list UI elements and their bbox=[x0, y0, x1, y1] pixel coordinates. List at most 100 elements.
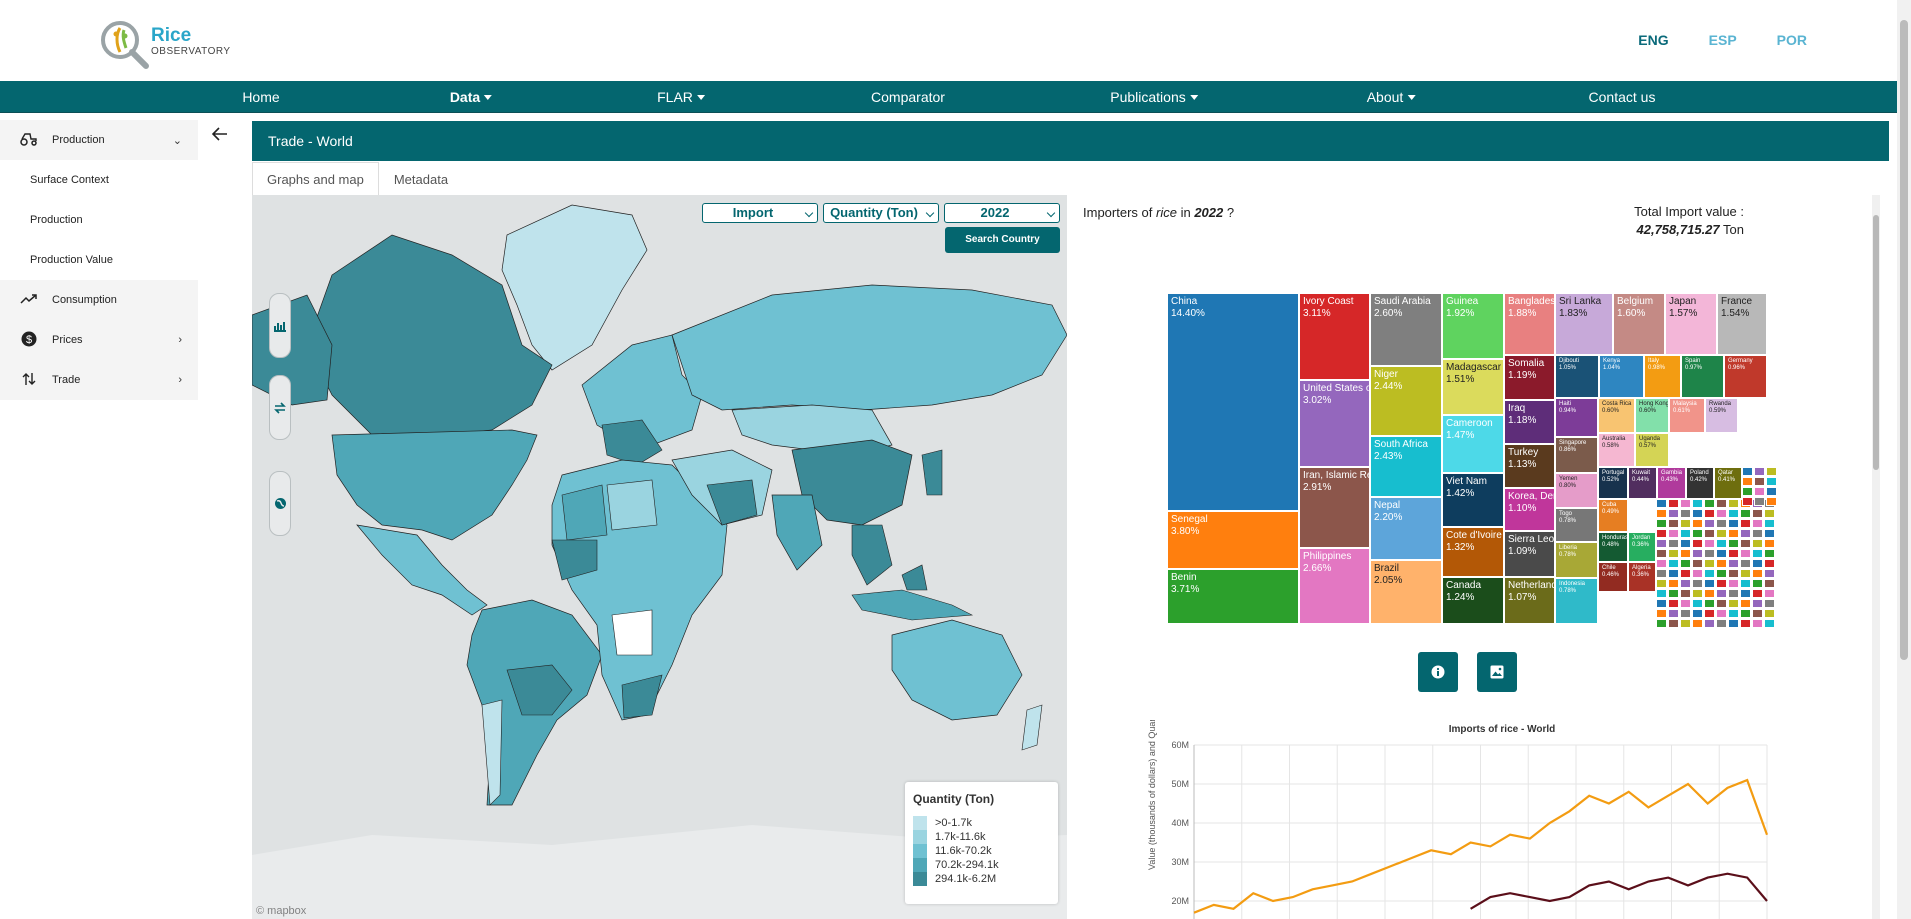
treemap-minor-cell[interactable] bbox=[1752, 579, 1763, 588]
treemap-cell[interactable]: Cote d'Ivoire 1.32% bbox=[1442, 527, 1504, 577]
lang-esp[interactable]: ESP bbox=[1709, 32, 1737, 48]
treemap-minor-cell[interactable] bbox=[1704, 529, 1715, 538]
treemap-cell[interactable]: Cuba 0.49% bbox=[1598, 499, 1628, 532]
treemap-minor-cell[interactable] bbox=[1680, 559, 1691, 568]
treemap-cell[interactable]: Kuwait 0.44% bbox=[1628, 467, 1657, 499]
treemap-minor-cell[interactable] bbox=[1692, 509, 1703, 518]
panel-scrollbar[interactable] bbox=[1872, 195, 1880, 919]
treemap-minor-cell[interactable] bbox=[1740, 599, 1751, 608]
nav-publications[interactable]: Publications bbox=[1110, 81, 1198, 113]
sidebar-item-consumption[interactable]: Consumption bbox=[0, 280, 198, 320]
treemap-cell[interactable]: Iraq 1.18% bbox=[1504, 400, 1555, 444]
treemap-minor-cell[interactable] bbox=[1766, 477, 1777, 486]
treemap-minor-cell[interactable] bbox=[1740, 509, 1751, 518]
treemap-minor-cell[interactable] bbox=[1752, 619, 1763, 628]
treemap-minor-cell[interactable] bbox=[1692, 519, 1703, 528]
imports-line-chart[interactable]: Imports of rice - World Value (thousands… bbox=[1147, 720, 1857, 919]
treemap-minor-cell[interactable] bbox=[1742, 497, 1753, 506]
treemap-cell[interactable]: South Africa 2.43% bbox=[1370, 436, 1442, 497]
treemap-minor-cell[interactable] bbox=[1752, 609, 1763, 618]
world-map[interactable]: Import Quantity (Ton) 2022 Search Countr… bbox=[252, 195, 1067, 919]
treemap-minor-cell[interactable] bbox=[1680, 529, 1691, 538]
nav-data[interactable]: Data bbox=[450, 81, 493, 113]
flow-select[interactable]: Import bbox=[702, 203, 818, 223]
treemap-cell[interactable]: Australia 0.58% bbox=[1598, 433, 1635, 467]
treemap-minor-cell[interactable] bbox=[1692, 499, 1703, 508]
treemap-cell[interactable]: Kenya 1.04% bbox=[1599, 355, 1644, 398]
treemap-minor-cell[interactable] bbox=[1656, 619, 1667, 628]
treemap-minor-cell[interactable] bbox=[1656, 569, 1667, 578]
treemap-minor-cell[interactable] bbox=[1740, 549, 1751, 558]
treemap-minor-cell[interactable] bbox=[1752, 569, 1763, 578]
treemap-minor-cell[interactable] bbox=[1704, 599, 1715, 608]
treemap-cell[interactable]: Djibouti 1.05% bbox=[1555, 355, 1599, 398]
page-scrollbar-thumb[interactable] bbox=[1900, 20, 1908, 660]
treemap-minor-cell[interactable] bbox=[1668, 559, 1679, 568]
sidebar-item-surface-context[interactable]: Surface Context bbox=[0, 160, 198, 200]
treemap-cell[interactable]: Germany 0.96% bbox=[1724, 355, 1767, 398]
treemap-minor-cell[interactable] bbox=[1716, 519, 1727, 528]
treemap-minor-cell[interactable] bbox=[1704, 569, 1715, 578]
treemap-minor-cell[interactable] bbox=[1740, 589, 1751, 598]
treemap-cell[interactable]: Iran, Islamic Republic of2.91% bbox=[1299, 467, 1370, 548]
treemap-minor-cell[interactable] bbox=[1656, 579, 1667, 588]
treemap-cell[interactable]: Viet Nam 1.42% bbox=[1442, 473, 1504, 527]
treemap-minor-cell[interactable] bbox=[1656, 549, 1667, 558]
treemap-cell[interactable]: China 14.40% bbox=[1167, 293, 1299, 511]
chart-icon[interactable] bbox=[269, 293, 291, 358]
treemap-cell[interactable]: Philippines 2.66% bbox=[1299, 548, 1370, 624]
measure-select[interactable]: Quantity (Ton) bbox=[823, 203, 939, 223]
treemap-minor-cell[interactable] bbox=[1728, 619, 1739, 628]
treemap-minor-cell[interactable] bbox=[1728, 519, 1739, 528]
treemap-minor-cell[interactable] bbox=[1704, 539, 1715, 548]
treemap-minor-cell[interactable] bbox=[1656, 509, 1667, 518]
treemap-minor-cell[interactable] bbox=[1704, 619, 1715, 628]
treemap-minor-cell[interactable] bbox=[1728, 499, 1739, 508]
treemap-cell[interactable]: Guinea 1.92% bbox=[1442, 293, 1504, 359]
treemap-minor-cell[interactable] bbox=[1728, 539, 1739, 548]
treemap-minor-cell[interactable] bbox=[1668, 499, 1679, 508]
treemap-cell[interactable]: Brazil 2.05% bbox=[1370, 560, 1442, 624]
treemap-minor-cell[interactable] bbox=[1716, 609, 1727, 618]
treemap-minor-cell[interactable] bbox=[1764, 619, 1775, 628]
treemap-minor-cell[interactable] bbox=[1728, 599, 1739, 608]
treemap-cell[interactable]: Madagascar 1.51% bbox=[1442, 359, 1504, 415]
treemap-minor-cell[interactable] bbox=[1754, 467, 1765, 476]
treemap-minor-cell[interactable] bbox=[1692, 539, 1703, 548]
lang-por[interactable]: POR bbox=[1777, 32, 1807, 48]
treemap-minor-cell[interactable] bbox=[1766, 487, 1777, 496]
info-button[interactable] bbox=[1418, 652, 1458, 692]
treemap-cell[interactable]: Algeria 0.36% bbox=[1628, 562, 1656, 592]
treemap-minor-cell[interactable] bbox=[1752, 539, 1763, 548]
treemap-cell[interactable]: Chile 0.46% bbox=[1598, 562, 1628, 592]
treemap-minor-cell[interactable] bbox=[1656, 529, 1667, 538]
treemap-cell[interactable]: Nepal 2.20% bbox=[1370, 497, 1442, 560]
treemap-minor-cell[interactable] bbox=[1680, 579, 1691, 588]
sidebar-item-production-value[interactable]: Production Value bbox=[0, 240, 198, 280]
download-image-button[interactable] bbox=[1477, 652, 1517, 692]
treemap-cell[interactable]: Yemen 0.80% bbox=[1555, 473, 1598, 508]
treemap-minor-cell[interactable] bbox=[1764, 579, 1775, 588]
treemap-minor-cell[interactable] bbox=[1716, 549, 1727, 558]
treemap-cell[interactable]: France 1.54% bbox=[1717, 293, 1767, 355]
treemap-minor-cell[interactable] bbox=[1692, 619, 1703, 628]
treemap-minor-cell[interactable] bbox=[1716, 559, 1727, 568]
treemap-minor-cell[interactable] bbox=[1656, 599, 1667, 608]
treemap-minor-cell[interactable] bbox=[1704, 559, 1715, 568]
treemap-minor-cell[interactable] bbox=[1668, 509, 1679, 518]
treemap-minor-cell[interactable] bbox=[1692, 599, 1703, 608]
treemap-cell[interactable]: Belgium 1.60% bbox=[1613, 293, 1665, 355]
treemap-minor-cell[interactable] bbox=[1716, 569, 1727, 578]
treemap-minor-cell[interactable] bbox=[1728, 609, 1739, 618]
treemap-minor-cell[interactable] bbox=[1740, 579, 1751, 588]
treemap-minor-cell[interactable] bbox=[1656, 499, 1667, 508]
treemap-cell[interactable]: Uganda 0.57% bbox=[1635, 433, 1669, 467]
treemap-minor-cell[interactable] bbox=[1656, 539, 1667, 548]
treemap-minor-cell[interactable] bbox=[1742, 487, 1753, 496]
sidebar-item-trade[interactable]: Trade › bbox=[0, 360, 198, 400]
treemap-cell[interactable]: Hong Kong 0.60% bbox=[1635, 398, 1669, 433]
treemap-cell[interactable]: Rwanda 0.59% bbox=[1705, 398, 1738, 433]
treemap-minor-cell[interactable] bbox=[1668, 599, 1679, 608]
treemap-minor-cell[interactable] bbox=[1680, 599, 1691, 608]
treemap-minor-cell[interactable] bbox=[1740, 529, 1751, 538]
